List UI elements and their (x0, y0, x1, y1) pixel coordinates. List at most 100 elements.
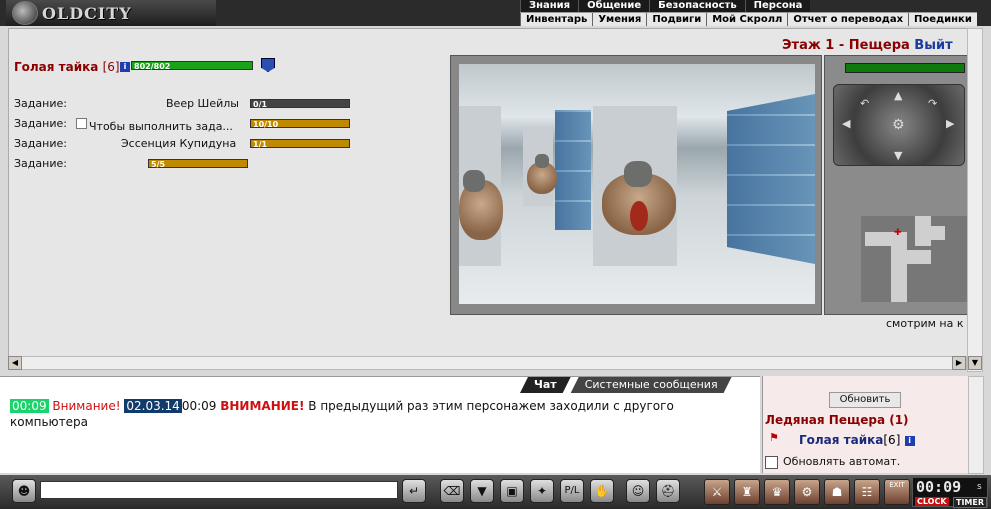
tab-system-messages[interactable]: Системные сообщения (571, 377, 732, 393)
yeti-monster-near[interactable] (594, 149, 684, 259)
chat-message: 00:09 Внимание! 02.03.14 00:09 ВНИМАНИЕ! … (10, 398, 750, 430)
bag-icon[interactable]: ♜ (734, 479, 760, 505)
scroll-down-button[interactable]: ▼ (968, 356, 982, 370)
menu-fights[interactable]: Поединки (908, 13, 977, 26)
turn-left-icon[interactable]: ↶ (860, 97, 869, 110)
hero-level: [6] (102, 60, 120, 74)
group-icon[interactable]: ☷ (854, 479, 880, 505)
menu-my-scroll[interactable]: Мой Скролл (706, 13, 787, 26)
monitor-icon[interactable]: ▣ (500, 479, 524, 503)
player-info-icon[interactable]: i (904, 435, 915, 446)
player-name[interactable]: Голая тайка (799, 433, 883, 447)
yeti-monster-far[interactable] (525, 152, 559, 202)
task-name-2[interactable]: Чтобы выполнить зада... (89, 120, 233, 133)
dance-icon[interactable]: ✦ (530, 479, 554, 503)
task-bar-2: 10/10 (250, 119, 350, 129)
hp-text: 802/802 (134, 62, 171, 71)
scroll-right-button[interactable]: ▶ (952, 356, 966, 370)
menu-character[interactable]: Персона (744, 0, 811, 12)
fight-icon[interactable]: ⚔ (704, 479, 730, 505)
chat-right-scrollbar[interactable] (968, 376, 984, 474)
yeti-head (624, 161, 652, 187)
auto-refresh-option: Обновлять автомат. (765, 455, 900, 469)
scroll-left-button[interactable]: ◀ (8, 356, 22, 370)
task-progress-2: 10/10 (253, 120, 279, 129)
task-label-3: Задание: (14, 137, 67, 150)
pl-icon[interactable]: P/L (560, 479, 584, 503)
hp-bar: 802/802 (131, 61, 253, 71)
chat-time-stamp: 00:09 (10, 399, 49, 413)
head-icon[interactable]: ☻ (12, 479, 36, 503)
people-icon[interactable]: ☗ (824, 479, 850, 505)
bottom-toolbar: ☻ ↵ ⌫ ▼ ▣ ✦ P/L ✋ ☺ ⛑ ⚔ ♜ ♛ ⚙ ☗ ☷ EXIT 0… (0, 475, 991, 509)
menu-security[interactable]: Безопасность (649, 0, 745, 12)
clock-label[interactable]: CLOCK (915, 497, 949, 506)
task-checkbox-2[interactable] (76, 118, 87, 129)
auto-refresh-checkbox[interactable] (765, 455, 778, 469)
refresh-button[interactable]: Обновить (829, 392, 901, 408)
eraser-icon[interactable]: ⌫ (440, 479, 464, 503)
main-vertical-scrollbar[interactable] (967, 28, 983, 372)
exit-link[interactable]: Выйт (914, 38, 952, 53)
location-name: Ледяная Пещера (1) (765, 413, 909, 427)
smile-icon[interactable]: ☺ (626, 479, 650, 503)
arrow-left-icon[interactable]: ◀ (842, 117, 850, 130)
task-name-1[interactable]: Веер Шейлы (166, 97, 239, 110)
chat-warning: Внимание! (52, 399, 121, 413)
chat-date-stamp: 02.03.14 (124, 399, 182, 413)
dungeon-view[interactable] (450, 55, 822, 315)
task-label-2: Задание: (14, 117, 67, 130)
hand-icon[interactable]: ✋ (590, 479, 614, 503)
auto-refresh-label: Обновлять автомат. (783, 455, 901, 468)
arrow-up-icon[interactable]: ▲ (894, 89, 902, 102)
game-window: OLDCITY Знания Общение Безопасность Перс… (0, 0, 991, 509)
enter-icon[interactable]: ↵ (402, 479, 426, 503)
logo-text: OLDCITY (42, 4, 132, 23)
gear-icon[interactable]: ⚙ (794, 479, 820, 505)
clock-time: 00:09 (916, 478, 962, 496)
menu-communication[interactable]: Общение (578, 0, 649, 12)
chat-warning-bold: ВНИМАНИЕ! (220, 399, 305, 413)
sub-menu: Инвентарь Умения Подвиги Мой Скролл Отче… (520, 12, 977, 26)
tab-chat[interactable]: Чат (520, 377, 571, 393)
exit-icon[interactable]: EXIT (884, 479, 910, 505)
main-menu: Знания Общение Безопасность Персона (520, 0, 811, 12)
timer-label[interactable]: TIMER (953, 497, 988, 508)
exit-label: EXIT (889, 481, 905, 489)
mini-hp-bar (845, 63, 965, 73)
helmet-icon[interactable]: ⛑ (656, 479, 680, 503)
menu-inventory[interactable]: Инвентарь (520, 13, 592, 26)
floor-title-text: Этаж 1 - Пещера (782, 38, 910, 53)
menu-knowledge[interactable]: Знания (520, 0, 578, 12)
emblem-icon (12, 1, 38, 25)
logo: OLDCITY (6, 0, 216, 26)
player-entry[interactable]: Голая тайка[6] i (799, 433, 915, 447)
turn-right-icon[interactable]: ↷ (928, 97, 937, 110)
look-status: смотрим на к (886, 317, 964, 330)
main-horizontal-scrollbar[interactable] (8, 356, 967, 370)
task-label-1: Задание: (14, 97, 67, 110)
arrow-right-icon[interactable]: ▶ (946, 117, 954, 130)
chat-input[interactable] (40, 481, 398, 499)
yeti-monster-left[interactable] (459, 164, 503, 264)
ice-wall-mid (555, 110, 591, 230)
hero-info-icon[interactable]: i (120, 62, 130, 72)
task-progress-1: 0/1 (253, 100, 268, 109)
arrow-down-icon[interactable]: ▼ (894, 149, 902, 162)
chat-tabs: Чат Системные сообщения (520, 377, 732, 393)
task-progress-4: 5/5 (151, 160, 166, 169)
treasure-icon[interactable]: ♛ (764, 479, 790, 505)
game-clock: 00:09 s CLOCK TIMER (912, 477, 988, 508)
map-cell (891, 232, 907, 302)
task-name-3[interactable]: Эссенция Купидуна (121, 137, 236, 150)
dungeon-scene[interactable] (459, 64, 815, 304)
menu-transfer-report[interactable]: Отчет о переводах (787, 13, 908, 26)
menu-achievements[interactable]: Подвиги (646, 13, 706, 26)
hero-name: Голая тайка [6] (14, 60, 120, 74)
filter-icon[interactable]: ▼ (470, 479, 494, 503)
hero-name-text[interactable]: Голая тайка (14, 60, 98, 74)
center-gear-icon[interactable]: ⚙ (892, 117, 905, 133)
dungeon-minimap[interactable]: ✚ (861, 216, 971, 302)
menu-skills[interactable]: Умения (592, 13, 646, 26)
floor-title: Этаж 1 - Пещера Выйт (782, 38, 953, 53)
